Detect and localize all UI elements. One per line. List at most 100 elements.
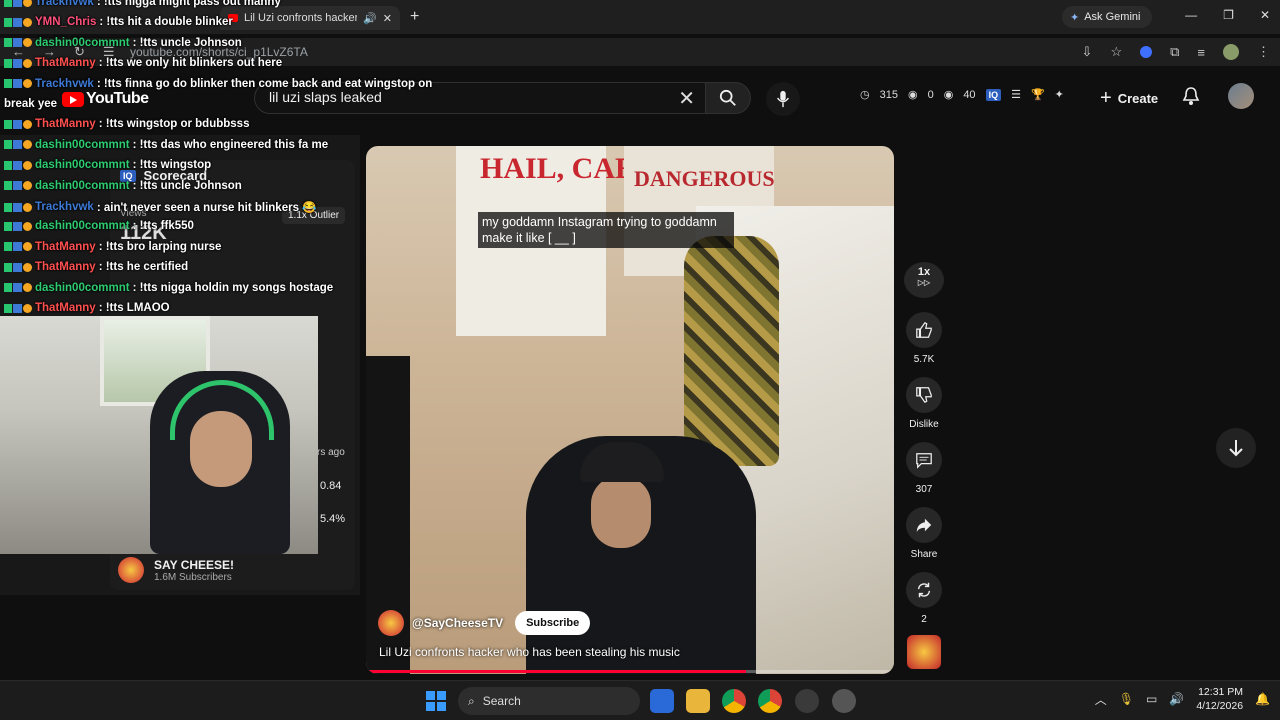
media-controls-icon[interactable]: ≡ — [1197, 45, 1205, 60]
eye-icon: ◉ — [907, 89, 918, 101]
next-video-button[interactable] — [1216, 428, 1256, 468]
media-player-icon[interactable] — [832, 689, 856, 713]
like-button[interactable]: 5.7K — [904, 312, 944, 365]
channel-avatar — [118, 557, 144, 583]
chat-username[interactable]: Trackhvwk — [35, 201, 94, 213]
thumbs-up-icon — [906, 312, 942, 348]
metric-percent: 5.4% — [320, 513, 346, 525]
chat-badges-icon — [4, 160, 32, 170]
dislike-label: Dislike — [909, 419, 939, 430]
volume-icon[interactable]: 🔊 — [1169, 692, 1184, 706]
bookmark-star-icon[interactable]: ☆ — [1110, 44, 1122, 60]
chat-username[interactable]: Trackhvwk — [35, 78, 94, 90]
chat-username[interactable]: dashin00commnt — [35, 37, 130, 49]
remix-button[interactable]: 2 — [904, 572, 944, 625]
windows-start-icon[interactable] — [426, 691, 446, 711]
system-tray: ︿ 🎙 ▭ 🔊 12:31 PM 4/12/2026 🔔 — [1095, 685, 1270, 713]
video-channel-handle[interactable]: @SayCheeseTV — [412, 616, 503, 630]
mic-tray-icon[interactable]: 🎙 — [1119, 692, 1134, 706]
share-label: Share — [910, 549, 938, 560]
subscribe-button[interactable]: Subscribe — [515, 611, 591, 635]
notifications-icon[interactable]: 🔔 — [1255, 692, 1270, 706]
chat-text: : !tts uncle Johnson — [132, 36, 242, 49]
chat-username[interactable]: Trackhvwk — [35, 0, 94, 8]
chat-username[interactable]: ThatManny — [35, 118, 96, 130]
chat-username[interactable]: ThatManny — [35, 261, 96, 273]
share-button[interactable]: Share — [904, 507, 944, 560]
channel-info: SAY CHEESE! 1.6M Subscribers — [154, 558, 234, 583]
chat-username[interactable]: YMN_Chris — [35, 16, 96, 28]
fast-forward-icon: ▷▷ — [917, 278, 931, 287]
chat-message: ThatManny: !tts we only hit blinkers out… — [4, 57, 282, 69]
comment-icon — [906, 442, 942, 478]
voice-search-button[interactable] — [766, 82, 800, 116]
trophy-icon[interactable]: 🏆 — [1031, 88, 1045, 101]
stat-a: 315 — [879, 88, 898, 101]
minimize-icon[interactable]: — — [1185, 8, 1197, 22]
chat-message: ThatManny: !tts LMAOO — [4, 302, 170, 314]
user-avatar[interactable] — [1228, 83, 1254, 109]
thumbs-down-icon — [906, 377, 942, 413]
create-button[interactable]: + Create — [1094, 84, 1164, 112]
comment-count: 307 — [915, 484, 933, 495]
search-icon — [719, 89, 736, 106]
install-app-icon[interactable]: ⇩ — [1082, 44, 1093, 60]
network-icon[interactable]: ▭ — [1146, 692, 1157, 706]
person-face — [591, 476, 651, 548]
comments-button[interactable]: 307 — [904, 442, 944, 495]
search-button[interactable] — [705, 82, 751, 114]
tray-chevron-icon[interactable]: ︿ — [1095, 691, 1107, 708]
ask-gemini-label: Ask Gemini — [1084, 11, 1141, 23]
browser-profile-avatar[interactable] — [1223, 44, 1239, 60]
chat-username[interactable]: ThatManny — [35, 241, 96, 253]
chat-badges-icon — [4, 221, 32, 231]
poster-title-2: DANGEROUS — [634, 166, 775, 191]
chat-username[interactable]: ThatManny — [35, 302, 96, 314]
browser-menu-icon[interactable]: ⋮ — [1257, 44, 1270, 60]
chat-username[interactable]: ThatManny — [35, 57, 96, 69]
taskbar-search[interactable]: ⌕ Search — [458, 687, 640, 715]
store-icon[interactable] — [650, 689, 674, 713]
clock[interactable]: 12:31 PM 4/12/2026 — [1196, 685, 1243, 713]
playback-speed-button[interactable]: 1x ▷▷ — [904, 262, 944, 298]
sound-thumbnail[interactable] — [907, 635, 941, 669]
chrome-active-icon[interactable] — [758, 689, 782, 713]
restore-icon[interactable]: ❐ — [1223, 8, 1234, 22]
stat-b: 0 — [927, 88, 934, 101]
notifications-bell-icon[interactable] — [1182, 86, 1200, 111]
window-controls: — ❐ ✕ — [1185, 8, 1270, 22]
list-icon[interactable]: ☰ — [1011, 88, 1021, 101]
extension-stats: ◷ 315 ◉ 0 ◉ 40 IQ ☰ 🏆 ✦ — [860, 88, 1064, 101]
chat-username[interactable]: dashin00commnt — [35, 180, 130, 192]
iq-badge[interactable]: IQ — [985, 88, 1002, 101]
taskbar-search-icon: ⌕ — [468, 693, 475, 708]
app-icon[interactable] — [795, 689, 819, 713]
chat-badges-icon — [4, 79, 32, 89]
short-video-player[interactable]: HAIL, CAESAR! DANGEROUS my goddamn Insta… — [366, 146, 894, 674]
clock-icon: ◷ — [860, 89, 870, 101]
extension-blue-icon[interactable] — [1140, 46, 1153, 58]
chat-username[interactable]: dashin00commnt — [35, 220, 130, 232]
sparkle-icon[interactable]: ✦ — [1055, 88, 1064, 101]
file-explorer-icon[interactable] — [686, 689, 710, 713]
windows-taskbar: ⌕ Search ︿ 🎙 ▭ 🔊 12:31 PM 4/12/2026 🔔 — [0, 680, 1280, 720]
ask-gemini-button[interactable]: ✦ Ask Gemini — [1062, 6, 1152, 28]
video-progress-bar[interactable] — [366, 670, 894, 673]
clear-search-icon[interactable]: ✕ — [678, 86, 695, 111]
chat-badges-icon — [4, 119, 32, 129]
chat-username[interactable]: dashin00commnt — [35, 159, 130, 171]
video-channel-avatar[interactable] — [378, 610, 404, 636]
chat-username[interactable]: dashin00commnt — [35, 282, 130, 294]
chrome-icon[interactable] — [722, 689, 746, 713]
extensions-puzzle-icon[interactable]: ⧉ — [1170, 44, 1179, 60]
like-count: 5.7K — [913, 354, 935, 365]
chat-badges-icon — [4, 181, 32, 191]
chat-badges-icon — [4, 17, 32, 27]
chat-message: ThatManny: !tts wingstop or bdubbsss — [4, 118, 249, 130]
close-window-icon[interactable]: ✕ — [1260, 8, 1270, 22]
video-title[interactable]: Lil Uzi confronts hacker who has been st… — [379, 645, 680, 659]
chat-username[interactable]: dashin00commnt — [35, 139, 130, 151]
date: 4/12/2026 — [1196, 700, 1244, 712]
channel-card[interactable]: SAY CHEESE! 1.6M Subscribers — [110, 548, 355, 592]
dislike-button[interactable]: Dislike — [904, 377, 944, 430]
